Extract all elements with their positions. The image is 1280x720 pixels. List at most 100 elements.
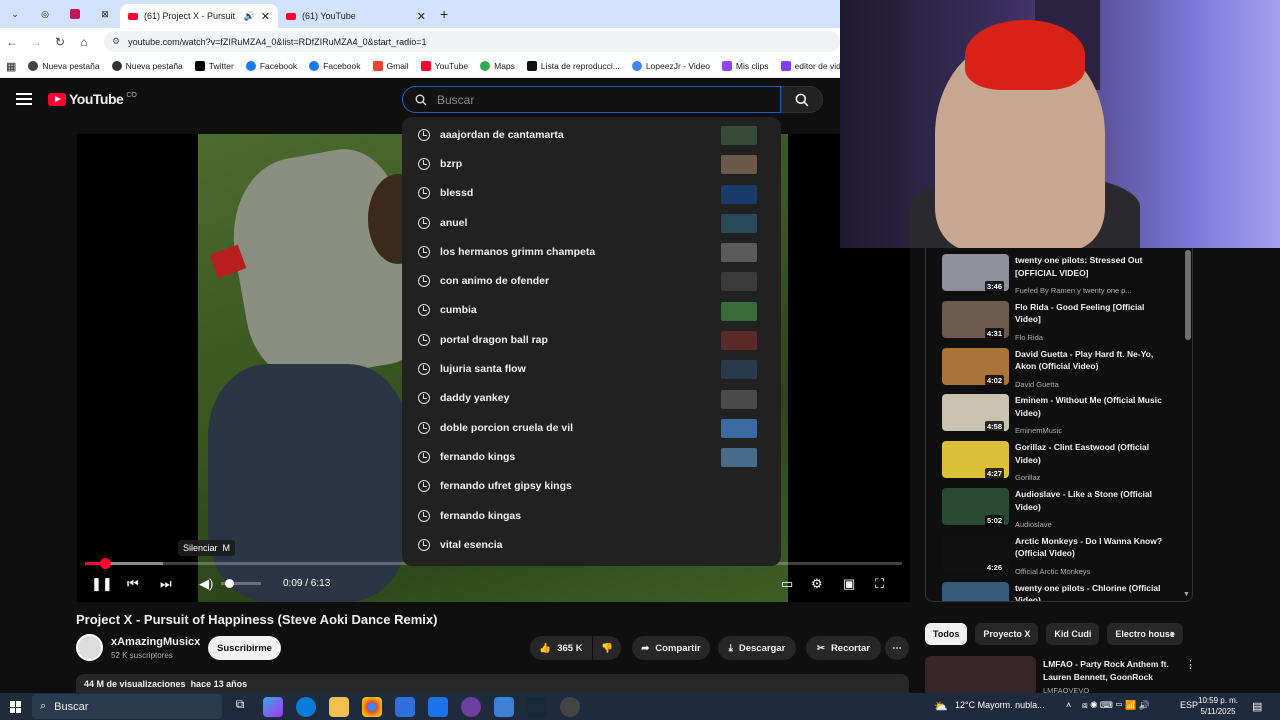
related-title[interactable]: LMFAO - Party Rock Anthem ft. Lauren Ben…	[1043, 658, 1183, 683]
notifications-icon[interactable]: ▤	[1252, 700, 1262, 713]
playlist-item[interactable]: 3:46 twenty one pilots: Stressed Out [OFF…	[942, 254, 1182, 300]
store-icon[interactable]	[395, 697, 415, 717]
tab-youtube[interactable]: (61) YouTube ✕	[278, 4, 434, 28]
more-actions-button[interactable]: ⋯	[885, 636, 909, 660]
search-suggestion[interactable]: doble porcion cruela de vil	[402, 413, 781, 442]
search-suggestion[interactable]: bzrp	[402, 149, 781, 178]
tab-project-x[interactable]: (61) Project X - Pursuit of H 🔊 ✕	[120, 4, 278, 28]
bookmark-item[interactable]: Facebook	[303, 61, 366, 71]
settings-gear-icon[interactable]: ⚙	[811, 576, 823, 592]
filter-chip[interactable]: Todos	[925, 623, 968, 645]
taskbar-search[interactable]: ⌕ Buscar	[32, 694, 222, 719]
language-indicator[interactable]: ESP	[1180, 700, 1198, 710]
menu-icon[interactable]	[16, 93, 32, 105]
search-suggestion[interactable]: fernando kings	[402, 442, 781, 471]
pinned-tab-1[interactable]: ◎	[30, 0, 60, 28]
playlist-title[interactable]: twenty one pilots - Chlorine (Official V…	[1015, 582, 1165, 601]
new-tab-icon[interactable]: +	[440, 6, 448, 22]
bookmark-item[interactable]: Twitter	[189, 61, 240, 71]
filter-chip[interactable]: Kid Cudi	[1046, 623, 1100, 645]
apps-icon[interactable]: ▦	[0, 60, 22, 73]
playlist-thumbnail[interactable]	[942, 581, 1009, 601]
chevron-right-icon[interactable]: ›	[1170, 626, 1174, 641]
close-tab-icon[interactable]: ✕	[261, 10, 270, 23]
copilot-icon[interactable]	[263, 697, 283, 717]
playlist-item[interactable]: 4:26 Arctic Monkeys - Do I Wanna Know? (O…	[942, 534, 1182, 581]
task-view-icon[interactable]: ⧉	[230, 697, 250, 717]
home-icon[interactable]: ⌂	[72, 35, 96, 49]
steam-icon[interactable]	[527, 697, 547, 717]
playlist-item[interactable]: 4:58 Eminem - Without Me (Official Music …	[942, 394, 1182, 440]
chrome-icon[interactable]	[362, 697, 382, 717]
search-suggestion[interactable]: daddy yankey	[402, 384, 781, 413]
subscribe-button[interactable]: Suscribirme	[208, 636, 281, 660]
speaker-icon[interactable]: 🔊	[244, 11, 255, 22]
next-icon[interactable]: ⏭	[160, 576, 172, 592]
theater-mode-icon[interactable]: ▣	[843, 576, 855, 592]
back-icon[interactable]: ←	[0, 35, 24, 49]
clock[interactable]: 10:59 p. m. 5/11/2025	[1198, 695, 1238, 717]
related-thumbnail[interactable]	[925, 656, 1036, 696]
progress-scrubber[interactable]	[100, 558, 112, 569]
playlist-item[interactable]: twenty one pilots - Chlorine (Official V…	[942, 581, 1182, 601]
pinned-tab-3[interactable]: ⊠	[90, 0, 120, 28]
scroll-down-icon[interactable]: ▼	[1183, 591, 1190, 598]
channel-name[interactable]: xAmazingMusicx	[111, 636, 200, 648]
windows-start-icon[interactable]	[10, 701, 22, 713]
search-suggestion[interactable]: fernando kingas	[402, 501, 781, 530]
site-info-icon[interactable]: ⚙	[112, 36, 120, 47]
like-button[interactable]: 👍 365 K	[530, 636, 592, 660]
playlist-item[interactable]: 5:02 Audioslave - Like a Stone (Official …	[942, 488, 1182, 534]
clip-button[interactable]: ✂ Recortar	[806, 636, 881, 660]
search-suggestion[interactable]: aaajordan de cantamarta	[402, 120, 781, 149]
reload-icon[interactable]: ↻	[48, 35, 72, 49]
tab-search-icon[interactable]: ⌄	[0, 0, 30, 28]
playlist-item[interactable]: 4:31 Flo Rida - Good Feeling [Official Vi…	[942, 300, 1182, 347]
bookmark-item[interactable]: LopeezJr - Video	[626, 61, 716, 71]
search-suggestion[interactable]: lujuria santa flow	[402, 354, 781, 383]
playlist-item[interactable]: 4:02 David Guetta - Play Hard ft. Ne-Yo, …	[942, 347, 1182, 394]
youtube-logo[interactable]: YouTube CO	[48, 91, 137, 107]
search-suggestion[interactable]: con animo de ofender	[402, 266, 781, 295]
playlist-title[interactable]: Arctic Monkeys - Do I Wanna Know? (Offic…	[1015, 535, 1165, 560]
mail-icon[interactable]	[428, 697, 448, 717]
search-suggestion[interactable]: blessd	[402, 179, 781, 208]
more-vertical-icon[interactable]: ⋮	[1185, 658, 1196, 671]
bookmark-item[interactable]: YouTube	[415, 61, 474, 71]
previous-icon[interactable]: ⏮	[127, 576, 139, 592]
volume-icon[interactable]: ◀)	[199, 576, 213, 592]
url-field[interactable]: ⚙ youtube.com/watch?v=fZIRuMZA4_0&list=R…	[104, 31, 840, 52]
fullscreen-icon[interactable]: ⛶	[875, 576, 884, 592]
search-suggestion[interactable]: cumbia	[402, 296, 781, 325]
bookmark-item[interactable]: Facebook	[240, 61, 303, 71]
bookmark-item[interactable]: Nueva pestaña	[22, 61, 105, 71]
file-explorer-icon[interactable]	[329, 697, 349, 717]
related-video[interactable]: LMFAO - Party Rock Anthem ft. Lauren Ben…	[925, 656, 1196, 696]
search-suggestion[interactable]: portal dragon ball rap	[402, 325, 781, 354]
playlist-title[interactable]: Flo Rida - Good Feeling [Official Video]	[1015, 301, 1165, 326]
tray-icons[interactable]: ⧈ ◉ ⌨ ▭ 📶 🔊	[1082, 700, 1150, 711]
dislike-button[interactable]: 👎	[593, 636, 621, 660]
playlist-title[interactable]: David Guetta - Play Hard ft. Ne-Yo, Akon…	[1015, 348, 1165, 373]
chevron-up-icon[interactable]: ˄	[1066, 700, 1071, 710]
app-icon[interactable]	[560, 697, 580, 717]
subtitles-icon[interactable]: ▭	[781, 576, 793, 592]
pause-icon[interactable]: ❚❚	[91, 576, 113, 592]
filter-chip[interactable]: Proyecto X	[975, 623, 1039, 645]
edge-icon[interactable]	[296, 697, 316, 717]
bookmark-item[interactable]: Nueva pestaña	[106, 61, 189, 71]
download-button[interactable]: ⤓ Descargar	[718, 636, 796, 660]
pinned-tab-2[interactable]	[60, 0, 90, 28]
bookmark-item[interactable]: Lista de reproducci...	[521, 61, 626, 71]
close-tab-icon[interactable]: ✕	[417, 10, 426, 23]
playlist-title[interactable]: Gorillaz - Clint Eastwood (Official Vide…	[1015, 441, 1165, 466]
playlist-title[interactable]: Audioslave - Like a Stone (Official Vide…	[1015, 488, 1165, 513]
playlist-title[interactable]: twenty one pilots: Stressed Out [OFFICIA…	[1015, 254, 1165, 279]
bookmark-item[interactable]: editor de videos onl	[775, 61, 840, 71]
search-input[interactable]: Buscar	[402, 86, 781, 113]
playlist-title[interactable]: Eminem - Without Me (Official Music Vide…	[1015, 394, 1165, 419]
bookmark-item[interactable]: Maps	[474, 61, 521, 71]
app-icon[interactable]	[494, 697, 514, 717]
search-button[interactable]	[781, 86, 823, 113]
channel-avatar[interactable]	[76, 634, 103, 661]
